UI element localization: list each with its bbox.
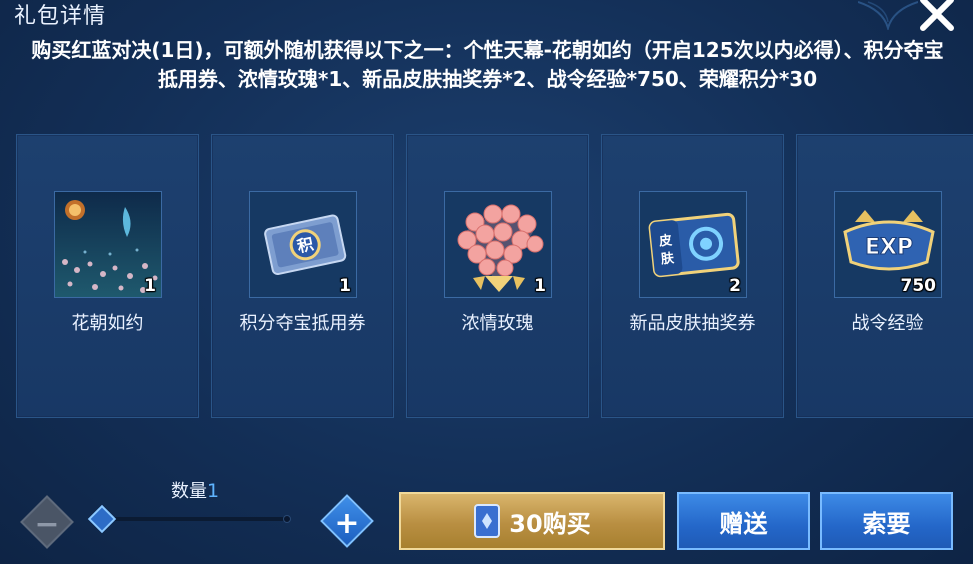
page-title: 礼包详情 (14, 4, 107, 29)
points-voucher-icon: 积 1 (249, 191, 357, 298)
reward-label: 战令经验 (851, 313, 924, 334)
buy-button-label: 30购买 (509, 509, 591, 538)
exp-badge-icon: EXP 750 (834, 191, 942, 298)
request-button[interactable]: 索要 (820, 492, 953, 550)
skin-ticket-icon: 皮 肤 2 (639, 191, 747, 298)
sky-curtain-icon: 1 (54, 191, 162, 298)
reward-card-exp[interactable]: EXP 750 战令经验 (796, 134, 973, 418)
rose-bouquet-icon: 1 (444, 191, 552, 298)
buy-button[interactable]: 30购买 (399, 492, 665, 550)
coupon-icon (474, 504, 501, 538)
quantity-slider-thumb[interactable] (87, 504, 117, 534)
quantity-value: 1 (207, 480, 220, 502)
gift-button[interactable]: 赠送 (677, 492, 810, 550)
svg-text:肤: 肤 (660, 251, 675, 267)
decrease-quantity-button[interactable]: − (20, 495, 74, 549)
quantity-label-text: 数量 (171, 481, 207, 502)
close-button[interactable] (915, 0, 959, 34)
plus-icon: + (334, 505, 360, 541)
slider-end-marker (283, 515, 291, 523)
reward-card-points-voucher[interactable]: 积 1 积分夺宝抵用券 (211, 134, 394, 418)
reward-card-sky-curtain[interactable]: 1 花朝如约 (16, 134, 199, 418)
reward-qty: 1 (339, 276, 351, 296)
reward-label: 浓情玫瑰 (461, 313, 534, 334)
reward-qty: 2 (729, 276, 741, 296)
reward-qty: 750 (900, 276, 937, 296)
reward-qty: 1 (144, 276, 156, 296)
reward-card-rose-bouquet[interactable]: 1 浓情玫瑰 (406, 134, 589, 418)
increase-quantity-button[interactable]: + (320, 494, 374, 548)
header-ornament (858, 1, 918, 30)
reward-list: 1 花朝如约 积 1 积分夺宝抵用券 1 浓情玫瑰 皮 肤 2 新品皮肤抽奖券 … (16, 134, 973, 418)
reward-label: 积分夺宝抵用券 (239, 313, 366, 334)
reward-qty: 1 (534, 276, 546, 296)
bundle-description: 购买红蓝对决(1日)，可额外随机获得以下之一：个性天幕-花朝如约（开启125次以… (31, 38, 944, 91)
svg-text:EXP: EXP (865, 235, 913, 260)
close-icon (920, 0, 954, 31)
quantity-label: 数量1 (171, 477, 219, 503)
reward-label: 花朝如约 (71, 313, 144, 334)
minus-icon: − (34, 506, 60, 542)
reward-card-skin-ticket[interactable]: 皮 肤 2 新品皮肤抽奖券 (601, 134, 784, 418)
reward-label: 新品皮肤抽奖券 (629, 313, 756, 334)
svg-text:皮: 皮 (657, 232, 673, 249)
quantity-slider[interactable] (102, 517, 288, 521)
